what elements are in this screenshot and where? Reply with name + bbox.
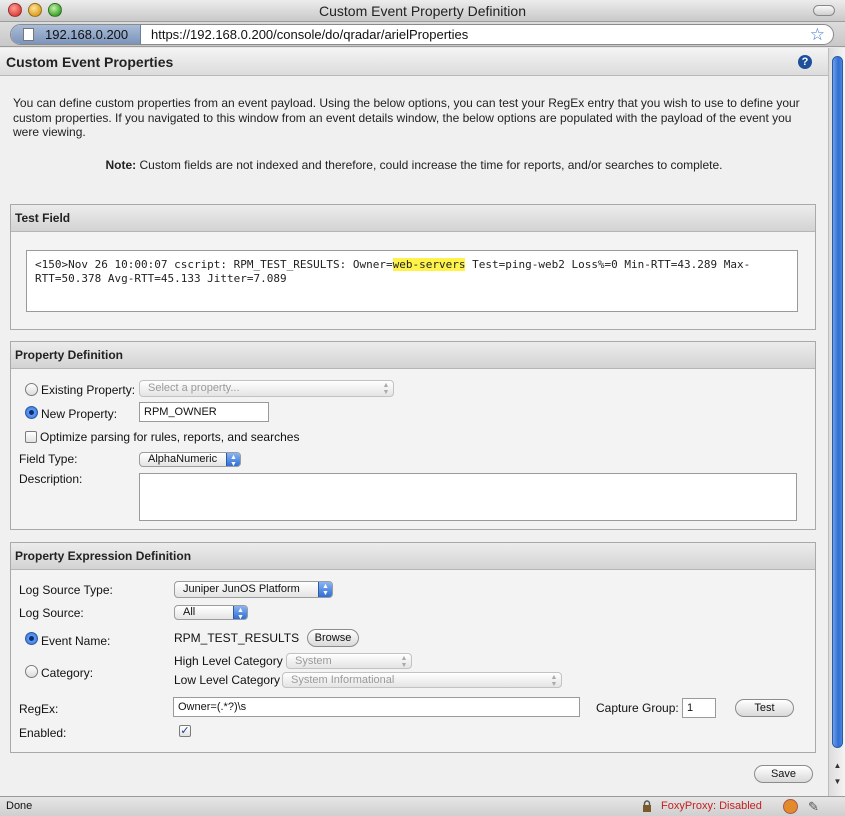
regex-label: RegEx: — [19, 702, 59, 716]
note-text: Note: Custom fields are not indexed and … — [0, 158, 828, 172]
event-name-radio[interactable] — [25, 632, 38, 645]
site-name: 192.168.0.200 — [45, 27, 129, 42]
new-property-label: New Property: — [41, 407, 118, 421]
window-titlebar: Custom Event Property Definition — [0, 0, 845, 22]
note-label: Note: — [105, 158, 137, 172]
expression-section: Property Expression Definition Log Sourc… — [10, 542, 816, 753]
url-text[interactable]: https://192.168.0.200/console/do/qradar/… — [151, 27, 468, 42]
expression-heading: Property Expression Definition — [11, 543, 815, 570]
vertical-scrollbar[interactable]: ▲ ▼ — [828, 48, 845, 796]
new-property-input[interactable]: RPM_OWNER — [139, 402, 269, 422]
event-name-value: RPM_TEST_RESULTS — [174, 631, 300, 645]
log-source-select[interactable]: All ▲ ▼ — [174, 605, 248, 620]
page-header: Custom Event Properties ? — [0, 48, 828, 76]
optimize-parsing-label: Optimize parsing for rules, reports, and… — [40, 430, 300, 444]
regex-input[interactable]: Owner=(.*?)\s — [173, 697, 580, 717]
test-button[interactable]: Test — [735, 699, 794, 717]
page-content: Custom Event Properties ? You can define… — [0, 48, 828, 796]
log-source-type-value: Juniper JunOS Platform — [183, 583, 300, 595]
high-level-category-label: High Level Category — [174, 654, 283, 668]
high-level-category-value: System — [295, 655, 332, 667]
status-text: Done — [6, 800, 33, 812]
test-field-heading: Test Field — [11, 205, 815, 232]
help-icon[interactable]: ? — [798, 55, 812, 69]
low-level-category-label: Low Level Category — [174, 673, 281, 687]
log-source-value: All — [183, 606, 196, 618]
test-field-section: Test Field <150>Nov 26 10:00:07 cscript:… — [10, 204, 816, 330]
low-level-category-value: System Informational — [291, 674, 395, 686]
toolbar-toggle-button[interactable] — [813, 5, 835, 16]
enabled-label: Enabled: — [19, 726, 67, 740]
select-arrows-icon: ▲ ▼ — [550, 674, 558, 688]
description-label: Description: — [19, 472, 83, 486]
event-name-label: Event Name: — [41, 634, 111, 648]
window-title: Custom Event Property Definition — [319, 3, 526, 19]
status-bar: Done FoxyProxy: Disabled ✎ — [0, 796, 845, 816]
high-level-category-select[interactable]: System ▲ ▼ — [286, 653, 412, 669]
foxyproxy-icon[interactable] — [783, 799, 798, 814]
field-type-select[interactable]: AlphaNumeric ▲ ▼ — [139, 452, 241, 467]
category-radio[interactable] — [25, 665, 38, 678]
page-icon — [23, 28, 34, 41]
enabled-checkbox[interactable]: ✓ — [179, 725, 191, 737]
capture-group-input[interactable]: 1 — [682, 698, 716, 718]
existing-property-select[interactable]: Select a property... ▲ ▼ — [139, 380, 394, 397]
note-body: Custom fields are not indexed and theref… — [136, 158, 723, 172]
select-arrows-icon: ▲ ▼ — [233, 606, 247, 619]
existing-property-radio[interactable] — [25, 383, 38, 396]
foxyproxy-status[interactable]: FoxyProxy: Disabled — [661, 800, 762, 812]
low-level-category-select[interactable]: System Informational ▲ ▼ — [282, 672, 562, 688]
site-identity-button[interactable]: 192.168.0.200 — [11, 25, 141, 44]
existing-property-value: Select a property... — [148, 382, 240, 394]
browse-button[interactable]: Browse — [307, 629, 359, 647]
payload-before: <150>Nov 26 10:00:07 cscript: RPM_TEST_R… — [35, 258, 393, 271]
lock-icon[interactable] — [642, 800, 652, 812]
new-property-radio[interactable] — [25, 406, 38, 419]
select-arrows-icon: ▲ ▼ — [382, 382, 390, 396]
field-type-value: AlphaNumeric — [148, 453, 218, 465]
url-toolbar: 192.168.0.200 https://192.168.0.200/cons… — [0, 22, 845, 47]
address-bar[interactable]: 192.168.0.200 https://192.168.0.200/cons… — [10, 24, 834, 45]
scroll-down-arrow-icon[interactable]: ▼ — [831, 776, 844, 788]
page-title: Custom Event Properties — [6, 54, 174, 70]
select-arrows-icon: ▲ ▼ — [226, 453, 240, 466]
bookmark-star-icon[interactable]: ☆ — [810, 25, 825, 44]
scroll-up-arrow-icon[interactable]: ▲ — [831, 760, 844, 772]
save-button[interactable]: Save — [754, 765, 813, 783]
property-definition-section: Property Definition Existing Property: S… — [10, 341, 816, 530]
optimize-parsing-checkbox[interactable] — [25, 431, 37, 443]
tools-icon[interactable]: ✎ — [808, 799, 824, 814]
description-textarea[interactable] — [139, 473, 797, 521]
select-arrows-icon: ▲ ▼ — [318, 582, 332, 597]
payload-text[interactable]: <150>Nov 26 10:00:07 cscript: RPM_TEST_R… — [26, 250, 798, 312]
select-arrows-icon: ▲ ▼ — [400, 655, 408, 669]
log-source-type-select[interactable]: Juniper JunOS Platform ▲ ▼ — [174, 581, 333, 598]
property-definition-heading: Property Definition — [11, 342, 815, 369]
intro-text: You can define custom properties from an… — [13, 96, 800, 139]
log-source-label: Log Source: — [19, 606, 84, 620]
capture-group-label: Capture Group: — [596, 701, 679, 715]
category-label: Category: — [41, 666, 94, 680]
existing-property-label: Existing Property: — [41, 383, 136, 397]
log-source-type-label: Log Source Type: — [19, 583, 113, 597]
field-type-label: Field Type: — [19, 452, 78, 466]
payload-highlight: web-servers — [392, 258, 466, 271]
scrollbar-thumb[interactable] — [832, 56, 843, 748]
